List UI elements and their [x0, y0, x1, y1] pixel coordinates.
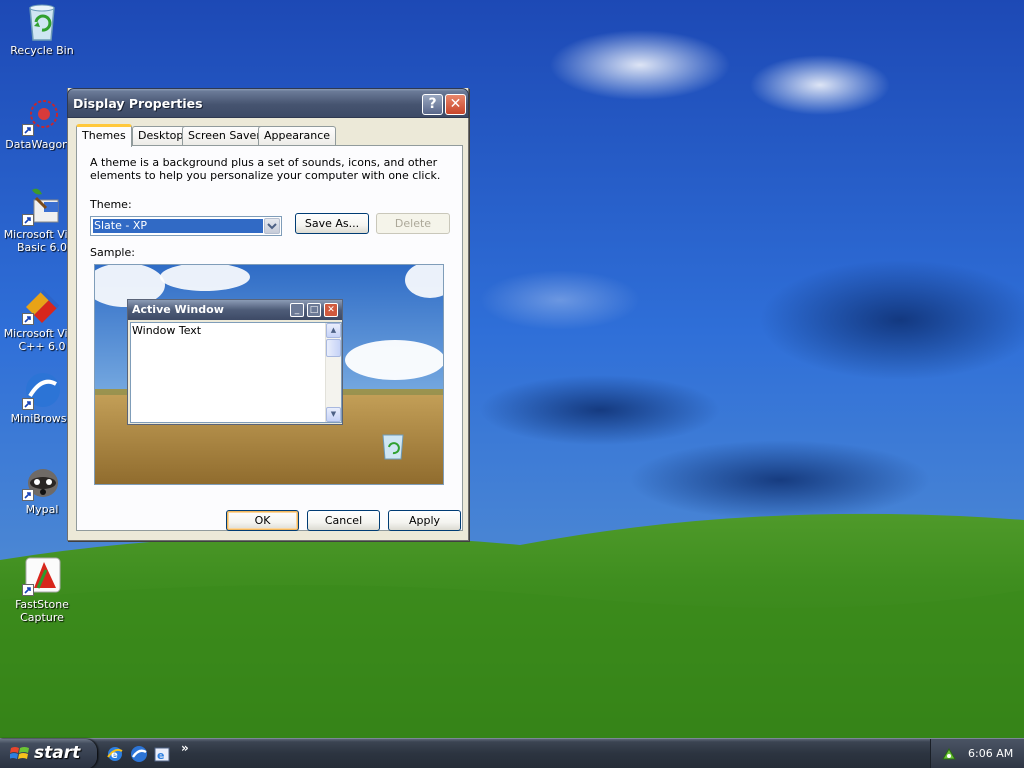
visual-basic-icon	[22, 186, 62, 226]
svg-text:e: e	[157, 749, 164, 762]
theme-sample-preview: Active Window _ □ ✕ Window Text ▲ ▼	[94, 264, 444, 485]
shortcut-arrow-icon	[22, 489, 34, 501]
sample-window-text: Window Text	[132, 324, 202, 337]
delete-button[interactable]: Delete	[376, 213, 450, 234]
recycle-bin-icon	[22, 2, 62, 42]
tab-desktop[interactable]: Desktop	[132, 126, 190, 146]
shortcut-arrow-icon	[22, 584, 34, 596]
minimize-icon: _	[290, 303, 304, 317]
system-tray: 6:06 AM	[930, 739, 1024, 768]
cancel-button[interactable]: Cancel	[307, 510, 380, 531]
internet-explorer-icon[interactable]: e	[106, 745, 124, 763]
svg-text:e: e	[111, 750, 118, 761]
browser-icon[interactable]	[130, 745, 148, 763]
ie-alt-icon[interactable]: e	[153, 745, 171, 763]
chevron-down-icon[interactable]	[264, 218, 280, 234]
faststone-capture-icon	[22, 556, 62, 596]
themes-panel: A theme is a background plus a set of so…	[76, 145, 463, 531]
shortcut-arrow-icon	[22, 124, 34, 136]
scroll-up-icon: ▲	[326, 323, 341, 338]
scroll-down-icon: ▼	[326, 407, 341, 422]
theme-label: Theme:	[90, 198, 132, 211]
minibrowser-icon	[22, 370, 62, 410]
close-button[interactable]: ✕	[445, 94, 466, 115]
ok-button[interactable]: OK	[226, 510, 299, 531]
desktop-icon-label: Recycle Bin	[10, 44, 74, 57]
desktop-icon-recycle-bin[interactable]: Recycle Bin	[0, 2, 84, 57]
datawagon-icon	[22, 96, 62, 136]
sample-active-window: Active Window _ □ ✕ Window Text ▲ ▼	[127, 299, 343, 425]
maximize-icon: □	[307, 303, 321, 317]
apply-button[interactable]: Apply	[388, 510, 461, 531]
tab-themes[interactable]: Themes	[76, 124, 132, 147]
shortcut-arrow-icon	[22, 313, 34, 325]
mypal-icon	[22, 461, 62, 501]
shortcut-arrow-icon	[22, 398, 34, 410]
theme-selected-value: Slate - XP	[93, 219, 263, 233]
dialog-titlebar[interactable]: Display Properties ? ✕	[67, 88, 469, 118]
sample-label: Sample:	[90, 246, 135, 259]
sample-scrollbar: ▲ ▼	[325, 323, 341, 422]
windows-logo-icon	[10, 745, 30, 763]
visual-cpp-icon	[22, 285, 62, 325]
quick-launch-more-button[interactable]: »	[181, 741, 189, 755]
scroll-thumb	[326, 339, 341, 357]
start-button[interactable]: start	[0, 739, 97, 768]
close-icon: ✕	[324, 303, 338, 317]
dialog-body: Themes Desktop Screen Saver Appearance A…	[72, 118, 464, 536]
display-properties-dialog: Display Properties ? ✕ Themes Desktop Sc…	[67, 88, 469, 541]
shortcut-arrow-icon	[22, 214, 34, 226]
theme-description: A theme is a background plus a set of so…	[90, 156, 441, 182]
desktop-icon-faststone-capture[interactable]: FastStone Capture	[0, 556, 84, 624]
tab-appearance[interactable]: Appearance	[258, 126, 337, 146]
network-icon[interactable]	[941, 746, 957, 762]
dialog-title: Display Properties	[73, 96, 203, 111]
tab-screen-saver[interactable]: Screen Saver	[182, 126, 267, 146]
start-label: start	[34, 743, 81, 763]
sample-window-body: Window Text ▲ ▼	[130, 322, 342, 423]
help-button[interactable]: ?	[422, 94, 443, 115]
taskbar: start e e » 6:06 AM	[0, 738, 1024, 768]
save-as-button[interactable]: Save As...	[295, 213, 369, 234]
clock[interactable]: 6:06 AM	[968, 747, 1013, 760]
theme-dropdown[interactable]: Slate - XP	[90, 216, 282, 236]
desktop-icon-label: FastStone Capture	[15, 598, 69, 624]
